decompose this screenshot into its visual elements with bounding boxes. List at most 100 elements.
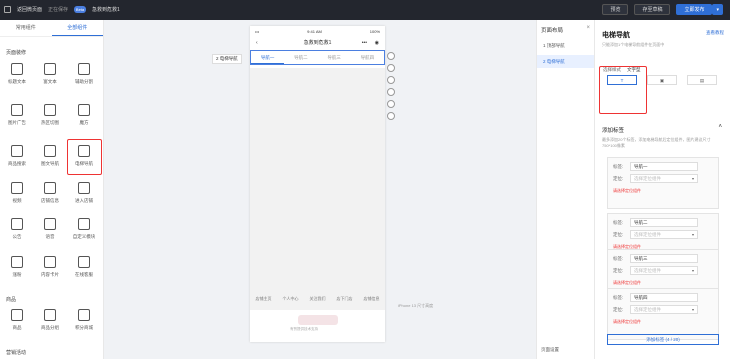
locate-select[interactable]: 选择定位组件 ▾ (630, 174, 698, 183)
service-icon (78, 256, 90, 268)
content-card-icon (44, 256, 56, 268)
divider-icon (78, 63, 90, 75)
back-link[interactable]: 返回微页面 (17, 6, 42, 13)
footer-link[interactable]: 个人中心 (283, 296, 299, 302)
down-icon[interactable] (387, 76, 395, 84)
tab-common[interactable]: 常用组件 (0, 20, 52, 36)
properties-panel: 电梯导航 查看教程 只能添加1个电梯导航组件在页面中 选择样式 文字型 T ▣ … (594, 20, 730, 359)
top-bar: 返回微页面 正在保存 Beta 急救到危救1 预览 存至草稿 立即发布 ▾ (0, 0, 730, 20)
add-label-button[interactable]: 添加标签 (4 / 20) (607, 334, 719, 345)
style-image-text-option[interactable]: ▤ (687, 75, 717, 85)
style-image-option[interactable]: ▣ (647, 75, 677, 85)
comp-title-text[interactable]: 标题文本 (0, 63, 34, 85)
section-page[interactable]: 页面装修 (6, 49, 26, 56)
voice-icon (44, 218, 56, 230)
section-marketing[interactable]: 营销活动 (6, 349, 26, 356)
comp-points-mall[interactable]: 积分商城 (67, 309, 101, 331)
comp-image-ad[interactable]: 图片广告 (0, 104, 34, 126)
saving-status: 正在保存 (48, 7, 69, 13)
page-settings[interactable]: 页面设置 (541, 347, 559, 353)
help-icon[interactable] (387, 52, 395, 60)
comp-divider[interactable]: 辅助分割 (67, 63, 101, 85)
chevron-down-icon: ▾ (691, 307, 694, 312)
comp-cube[interactable]: 魔方 (67, 104, 101, 126)
nav-tab[interactable]: 导航二 (284, 51, 317, 64)
delete-icon[interactable] (387, 112, 395, 120)
comp-video[interactable]: 视频 (0, 182, 34, 204)
goods-group-icon (44, 309, 56, 321)
highlight-style (599, 66, 647, 114)
store-icon (44, 182, 56, 194)
signal-icon: ••• (255, 29, 260, 34)
footer-link[interactable]: 店铺信息 (364, 296, 380, 302)
publish-button[interactable]: 立即发布 (676, 4, 713, 15)
comp-voice[interactable]: 语音 (33, 218, 67, 240)
nav-tab[interactable]: 导航三 (318, 51, 351, 64)
image-ad-icon (11, 104, 23, 116)
label-input[interactable]: 导航二 (630, 218, 698, 227)
component-tag[interactable]: 2 电梯导航 (212, 54, 242, 64)
props-title: 电梯导航 (602, 32, 630, 39)
label-input[interactable]: 导航一 (630, 162, 698, 171)
layout-item[interactable]: 2 电梯导航 (537, 55, 595, 68)
locate-select[interactable]: 选择定位组件 ▾ (630, 230, 698, 239)
comp-fans[interactable]: 涨粉 (0, 256, 34, 278)
copy-icon[interactable] (387, 88, 395, 96)
layout-item[interactable]: 1 顶部导航 (537, 39, 595, 52)
label-input[interactable]: 导航四 (630, 293, 698, 302)
chevron-down-icon: ▾ (691, 268, 694, 273)
locate-select[interactable]: 选择定位组件 ▾ (630, 305, 698, 314)
nav-tab[interactable]: 导航一 (251, 51, 285, 64)
add-label-title: 添加标签 (602, 128, 625, 134)
preview-button[interactable]: 预览 (602, 4, 629, 15)
comp-goods-search[interactable]: 商品搜索 (0, 145, 34, 167)
section-goods[interactable]: 商品 (6, 296, 16, 303)
back-icon[interactable] (4, 6, 11, 13)
status-time: 9:41 AM (307, 29, 322, 34)
rich-text-icon (44, 63, 56, 75)
page-title: 急救到危救1 (92, 7, 120, 13)
points-mall-icon (78, 309, 90, 321)
comp-rich-text[interactable]: 富文本 (33, 63, 67, 85)
locate-select[interactable]: 选择定位组件 ▾ (630, 266, 698, 275)
battery-icon: 100% (369, 29, 380, 34)
layout-title: 页面布局 (541, 28, 564, 34)
help-link[interactable]: 查看教程 (706, 30, 724, 36)
vertical-toolbar (387, 52, 395, 120)
comp-online-service[interactable]: 在线客服 (67, 256, 101, 278)
phone-preview: ••• 9:41 AM 100% ‹ 急救到危救1 ••• ◉ 导航一 导航二 … (250, 26, 385, 342)
comp-hotspot[interactable]: 热区切图 (33, 104, 67, 126)
save-draft-button[interactable]: 存至草稿 (634, 4, 671, 15)
back-arrow-icon: ‹ (256, 40, 258, 46)
footer-link[interactable]: 店下门店 (337, 296, 353, 302)
label-input[interactable]: 导航三 (630, 254, 698, 263)
tab-all[interactable]: 全部组件 (51, 20, 103, 36)
close-icon[interactable]: × (586, 25, 590, 31)
comp-enter-store[interactable]: 进入店铺 (67, 182, 101, 204)
phone-header: ‹ 急救到危救1 ••• ◉ (250, 37, 385, 49)
enter-store-icon (78, 182, 90, 194)
comp-content-card[interactable]: 内容卡片 (33, 256, 67, 278)
footer-links: 店铺主页 个人中心 关注我们 店下门店 店铺信息 (250, 296, 385, 302)
comp-image-nav[interactable]: 图文导航 (33, 145, 67, 167)
footer-link[interactable]: 关注我们 (310, 296, 326, 302)
comp-goods-group[interactable]: 商品分组 (33, 309, 67, 331)
highlight-elevator-nav (67, 139, 102, 175)
collapse-icon[interactable]: ˄ (718, 124, 722, 130)
edit-icon[interactable] (387, 100, 395, 108)
publish-dropdown-icon[interactable]: ▾ (712, 4, 723, 15)
comp-store-info[interactable]: 店铺信息 (33, 182, 67, 204)
up-icon[interactable] (387, 64, 395, 72)
error-text: 请选择定位组件 (613, 319, 641, 324)
elevator-nav-preview[interactable]: 导航一 导航二 导航三 导航四 (250, 50, 385, 65)
custom-module-icon (78, 218, 90, 230)
phone-title: 急救到危救1 (303, 40, 332, 46)
chevron-down-icon: ▾ (691, 176, 694, 181)
comp-custom-module[interactable]: 自定义模块 (67, 218, 101, 240)
footer-logo (298, 315, 338, 325)
nav-tab[interactable]: 导航四 (351, 51, 384, 64)
target-icon: ◉ (374, 40, 379, 46)
footer-link[interactable]: 店铺主页 (256, 296, 272, 302)
comp-goods[interactable]: 商品 (0, 309, 34, 331)
comp-notice[interactable]: 公告 (0, 218, 34, 240)
